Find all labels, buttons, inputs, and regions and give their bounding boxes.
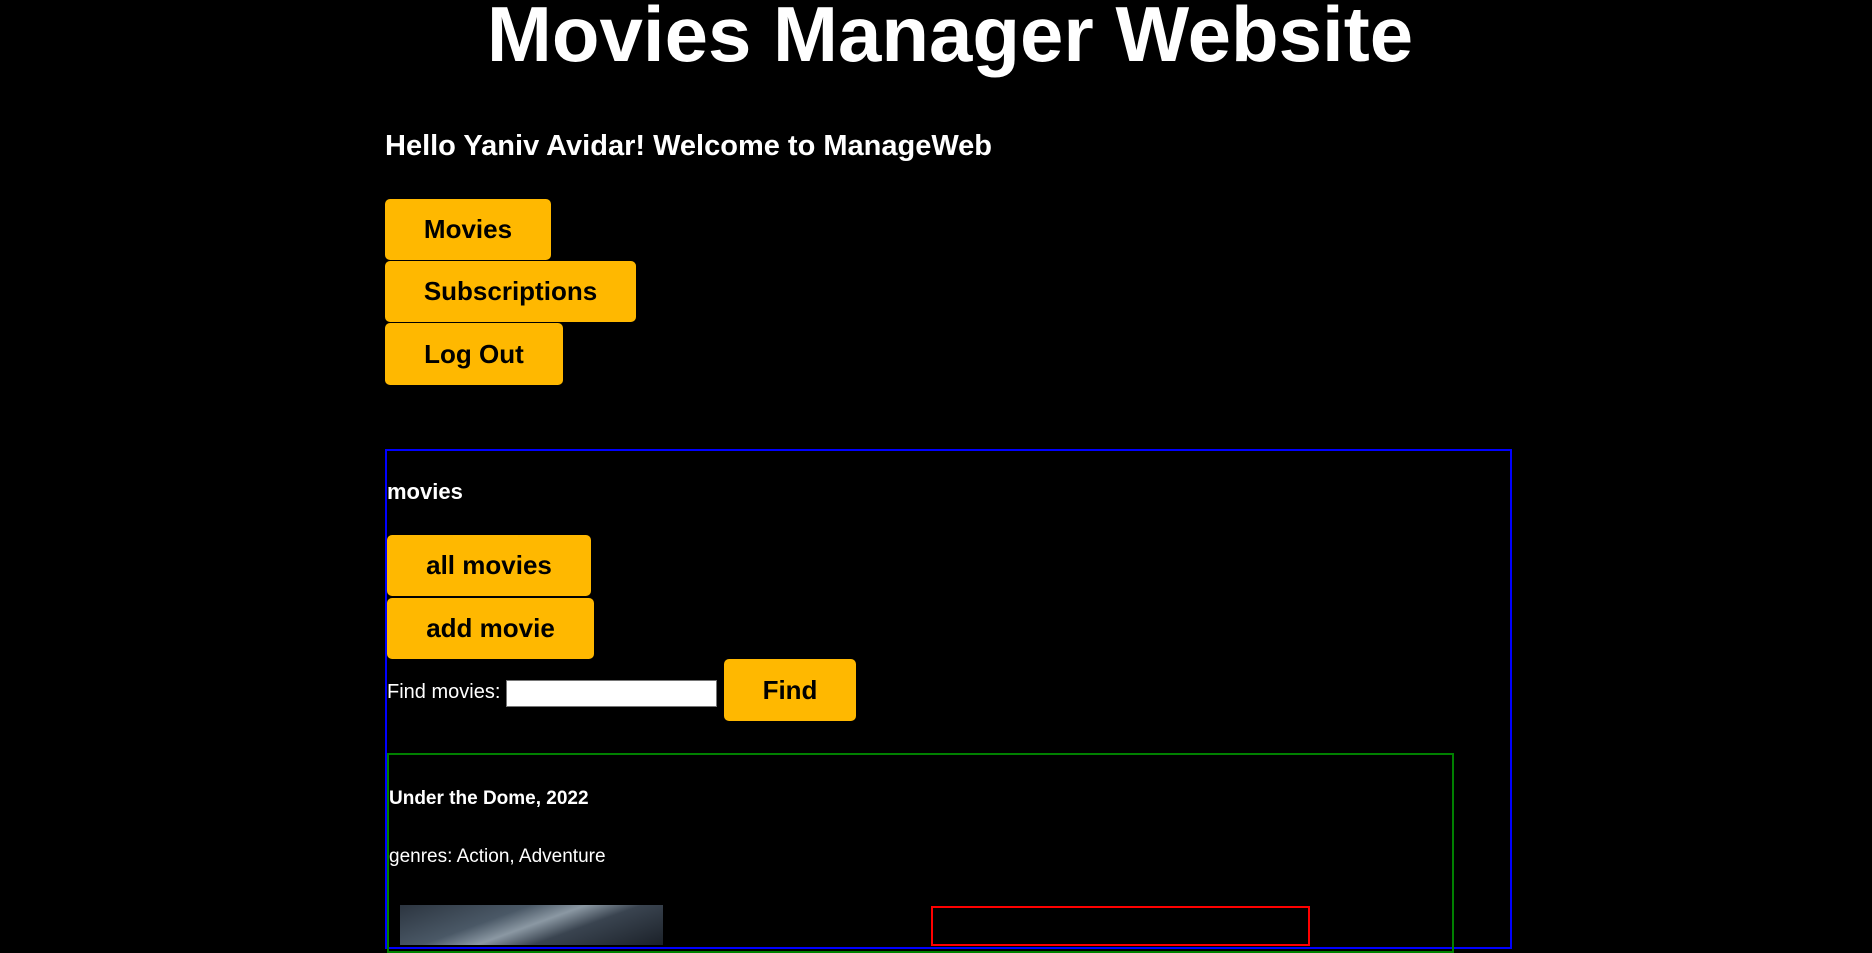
movies-nav-button[interactable]: Movies (385, 199, 551, 260)
movie-poster-image (400, 905, 663, 945)
find-button[interactable]: Find (724, 659, 856, 721)
page-title: Movies Manager Website (486, 0, 1414, 78)
welcome-greeting: Hello Yaniv Avidar! Welcome to ManageWeb (385, 130, 993, 162)
find-movies-input[interactable] (506, 680, 717, 707)
find-movies-label: Find movies: (387, 681, 501, 703)
subscriptions-nav-button[interactable]: Subscriptions (385, 261, 636, 322)
movies-section-title: movies (387, 479, 463, 504)
add-movie-button[interactable]: add movie (387, 598, 594, 659)
all-movies-button[interactable]: all movies (387, 535, 591, 596)
movie-subscriptions-box (931, 906, 1310, 946)
logout-button[interactable]: Log Out (385, 323, 563, 385)
movie-genres: genres: Action, Adventure (389, 846, 606, 867)
movie-title: Under the Dome, 2022 (389, 788, 589, 809)
